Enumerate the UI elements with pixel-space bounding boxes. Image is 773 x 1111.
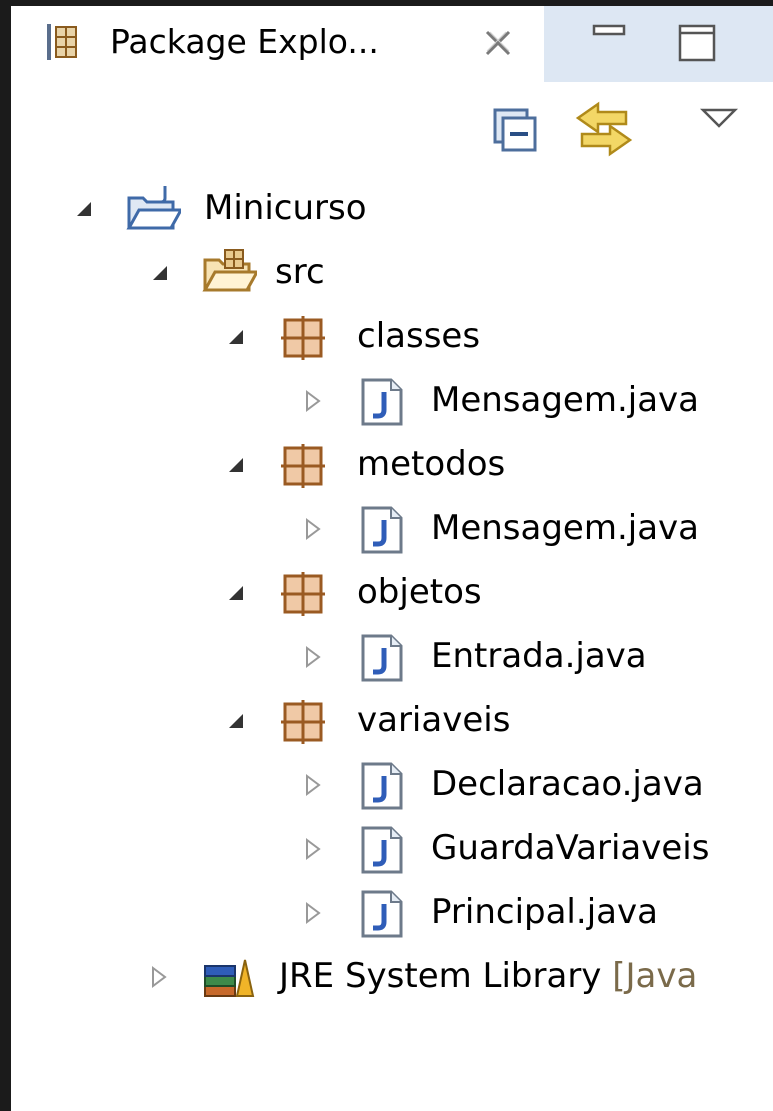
tree-item-java-file[interactable]: Entrada.java bbox=[11, 626, 773, 690]
package-label: variaveis bbox=[357, 700, 511, 740]
java-file-icon bbox=[361, 634, 403, 682]
tree-item-src[interactable]: src bbox=[11, 242, 773, 306]
tree-item-java-file[interactable]: Mensagem.java bbox=[11, 370, 773, 434]
java-file-icon bbox=[361, 762, 403, 810]
file-label: GuardaVariaveis bbox=[431, 828, 710, 868]
collapse-all-icon[interactable] bbox=[491, 106, 539, 154]
tree-item-java-file[interactable]: Principal.java bbox=[11, 882, 773, 946]
view-toolbar bbox=[11, 82, 773, 172]
package-explorer-tab[interactable]: Package Explo... bbox=[11, 6, 544, 82]
expanded-arrow-icon[interactable] bbox=[223, 450, 247, 480]
tree-item-project[interactable]: Minicurso bbox=[11, 178, 773, 242]
project-label: Minicurso bbox=[204, 188, 367, 228]
tree-item-java-file[interactable]: Declaracao.java bbox=[11, 754, 773, 818]
tree-item-package[interactable]: objetos bbox=[11, 562, 773, 626]
library-decoration: [Java bbox=[612, 956, 698, 996]
view-title: Package Explo... bbox=[110, 22, 379, 61]
src-label: src bbox=[275, 252, 325, 292]
expanded-arrow-icon[interactable] bbox=[223, 578, 247, 608]
package-icon bbox=[281, 572, 325, 616]
collapsed-arrow-icon[interactable] bbox=[301, 642, 325, 672]
minimize-icon[interactable] bbox=[586, 20, 634, 68]
package-icon bbox=[281, 444, 325, 488]
expanded-arrow-icon[interactable] bbox=[147, 258, 171, 288]
file-label: Entrada.java bbox=[431, 636, 647, 676]
file-label: Declaracao.java bbox=[431, 764, 704, 804]
java-project-folder-icon bbox=[126, 186, 181, 230]
source-folder-icon bbox=[202, 249, 257, 292]
library-books-icon bbox=[204, 959, 255, 997]
package-label: classes bbox=[357, 316, 481, 356]
file-label: Mensagem.java bbox=[431, 508, 700, 548]
package-explorer-icon bbox=[47, 24, 77, 60]
maximize-icon[interactable] bbox=[674, 20, 722, 68]
collapsed-arrow-icon[interactable] bbox=[301, 834, 325, 864]
tree-item-jre-library[interactable]: JRE System Library [Java bbox=[11, 946, 773, 1010]
collapsed-arrow-icon[interactable] bbox=[301, 898, 325, 928]
package-label: metodos bbox=[357, 444, 506, 484]
view-menu-chevron-icon[interactable] bbox=[699, 104, 739, 134]
collapsed-arrow-icon[interactable] bbox=[301, 514, 325, 544]
java-file-icon bbox=[361, 378, 403, 426]
view-tab-bar: Package Explo... bbox=[11, 6, 773, 82]
collapsed-arrow-icon[interactable] bbox=[301, 386, 325, 416]
file-label: Mensagem.java bbox=[431, 380, 700, 420]
collapsed-arrow-icon[interactable] bbox=[147, 962, 171, 992]
tree-item-java-file[interactable]: Mensagem.java bbox=[11, 498, 773, 562]
expanded-arrow-icon[interactable] bbox=[223, 706, 247, 736]
tree-item-java-file[interactable]: GuardaVariaveis bbox=[11, 818, 773, 882]
file-label: Principal.java bbox=[431, 892, 658, 932]
java-file-icon bbox=[361, 506, 403, 554]
package-icon bbox=[281, 700, 325, 744]
java-file-icon bbox=[361, 890, 403, 938]
library-label: JRE System Library bbox=[279, 956, 602, 996]
package-icon bbox=[281, 316, 325, 360]
tree-item-package[interactable]: classes bbox=[11, 306, 773, 370]
collapsed-arrow-icon[interactable] bbox=[301, 770, 325, 800]
package-explorer-view: Package Explo... Minicurso src classes M… bbox=[11, 6, 773, 1111]
tree-item-package[interactable]: metodos bbox=[11, 434, 773, 498]
java-file-icon bbox=[361, 826, 403, 874]
tree-item-package[interactable]: variaveis bbox=[11, 690, 773, 754]
link-with-editor-icon[interactable] bbox=[568, 98, 640, 160]
expanded-arrow-icon[interactable] bbox=[71, 194, 95, 224]
close-icon[interactable] bbox=[481, 26, 515, 60]
expanded-arrow-icon[interactable] bbox=[223, 322, 247, 352]
package-label: objetos bbox=[357, 572, 482, 612]
